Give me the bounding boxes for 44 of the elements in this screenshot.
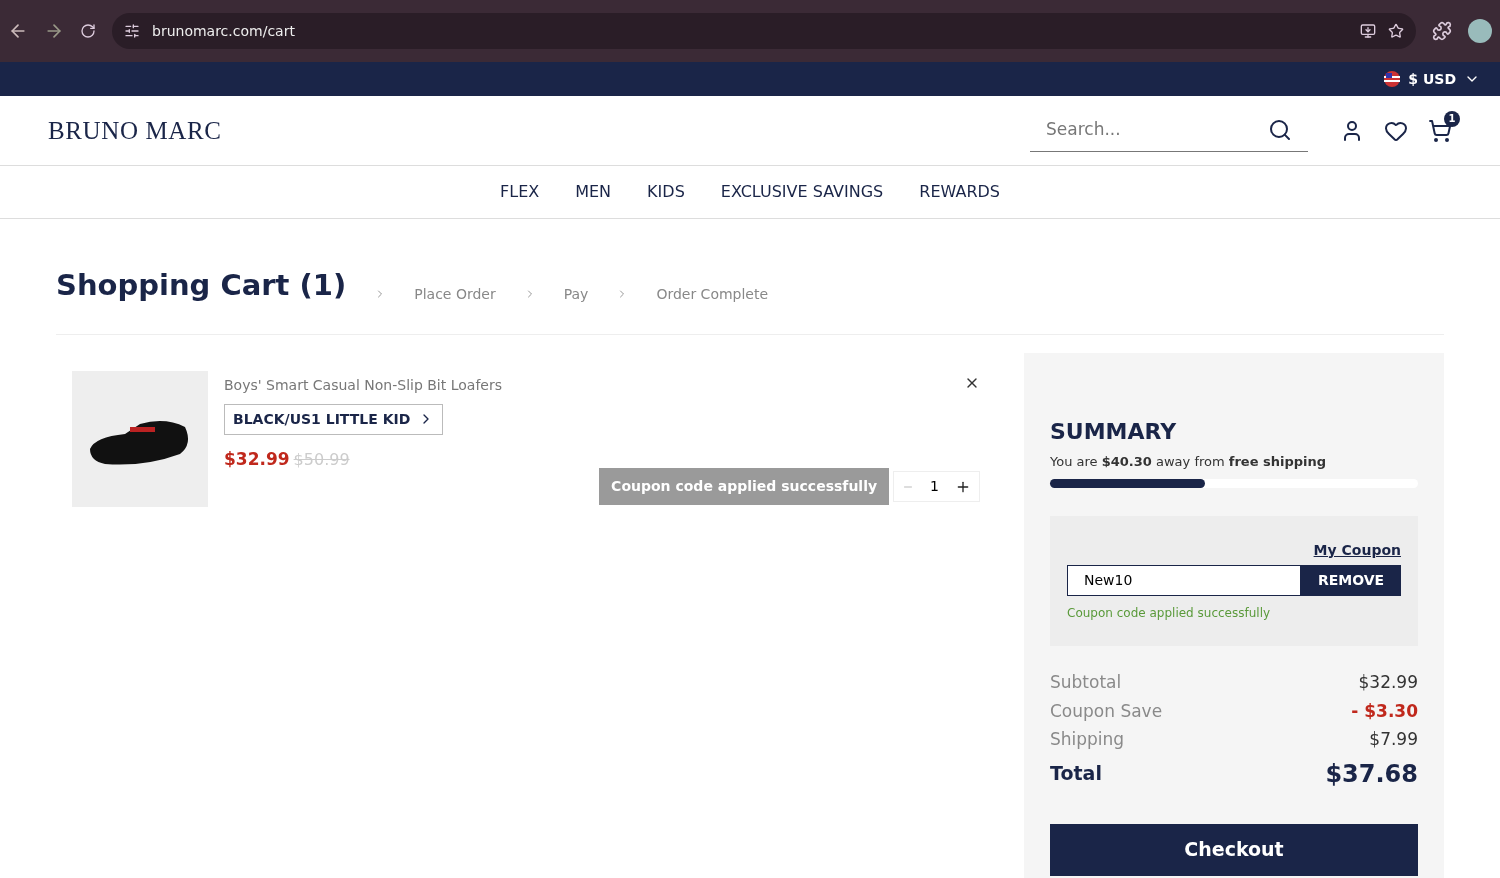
currency-selector[interactable]: $ USD bbox=[1408, 68, 1480, 90]
nav-link[interactable]: EXCLUSIVE SAVINGS bbox=[720, 180, 884, 204]
site-settings-icon[interactable] bbox=[124, 23, 140, 39]
variant-selector[interactable]: BLACK/US1 LITTLE KID bbox=[224, 403, 444, 435]
nav-link[interactable]: MEN bbox=[575, 180, 612, 204]
search-field[interactable]: Search... bbox=[1046, 117, 1268, 143]
reload-icon[interactable] bbox=[80, 23, 96, 39]
flag-icon bbox=[1384, 71, 1401, 87]
summary-value: $37.68 bbox=[1325, 758, 1418, 790]
summary-label: Total bbox=[1050, 761, 1102, 787]
coupon-input[interactable]: New10 bbox=[1067, 565, 1301, 596]
sale-price: $32.99 bbox=[224, 447, 290, 471]
checkout-step: Shopping Cart (1) bbox=[56, 264, 347, 308]
summary-label: Shipping bbox=[1050, 728, 1125, 751]
quantity-value: 1 bbox=[930, 477, 939, 496]
search-icon[interactable] bbox=[1268, 118, 1292, 142]
profile-avatar[interactable] bbox=[1468, 19, 1492, 43]
summary-label: Subtotal bbox=[1050, 671, 1122, 694]
quantity-stepper[interactable]: 1 bbox=[893, 471, 980, 502]
checkout-step: Order Complete bbox=[656, 283, 769, 305]
nav-link[interactable]: KIDS bbox=[647, 180, 685, 204]
summary-value: - $3.30 bbox=[1351, 699, 1418, 723]
bookmark-star-icon[interactable] bbox=[1388, 23, 1404, 39]
nav-link[interactable]: REWARDS bbox=[919, 180, 1000, 204]
checkout-step: Place Order bbox=[414, 283, 496, 305]
free-shipping-message: You are $40.30 away from free shipping bbox=[1050, 452, 1328, 471]
brand-logo[interactable]: BRUNO MARC bbox=[48, 111, 222, 150]
summary-title: SUMMARY bbox=[1050, 417, 1178, 446]
install-icon[interactable] bbox=[1360, 23, 1376, 39]
url-text: brunomarc.com/cart bbox=[152, 21, 295, 41]
summary-value: $7.99 bbox=[1369, 728, 1418, 751]
summary-value: $32.99 bbox=[1358, 671, 1418, 694]
extensions-icon[interactable] bbox=[1432, 21, 1452, 41]
my-coupon-link[interactable]: My Coupon bbox=[1313, 540, 1401, 561]
nav-link[interactable]: FLEX bbox=[500, 180, 540, 204]
coupon-success-message: Coupon code applied successfully bbox=[1067, 605, 1272, 622]
product-name[interactable]: Boys' Smart Casual Non-Slip Bit Loafers bbox=[224, 370, 502, 396]
address-bar[interactable]: brunomarc.com/cart bbox=[112, 13, 1416, 49]
remove-button[interactable]: REMOVE bbox=[1301, 565, 1401, 596]
cart-count-badge: 1 bbox=[1444, 110, 1460, 127]
toast-message: Coupon code applied successfully bbox=[599, 468, 890, 505]
checkout-button[interactable]: Checkout bbox=[1050, 823, 1418, 876]
summary-label: Coupon Save bbox=[1050, 699, 1163, 723]
checkout-step: Pay bbox=[563, 283, 589, 305]
